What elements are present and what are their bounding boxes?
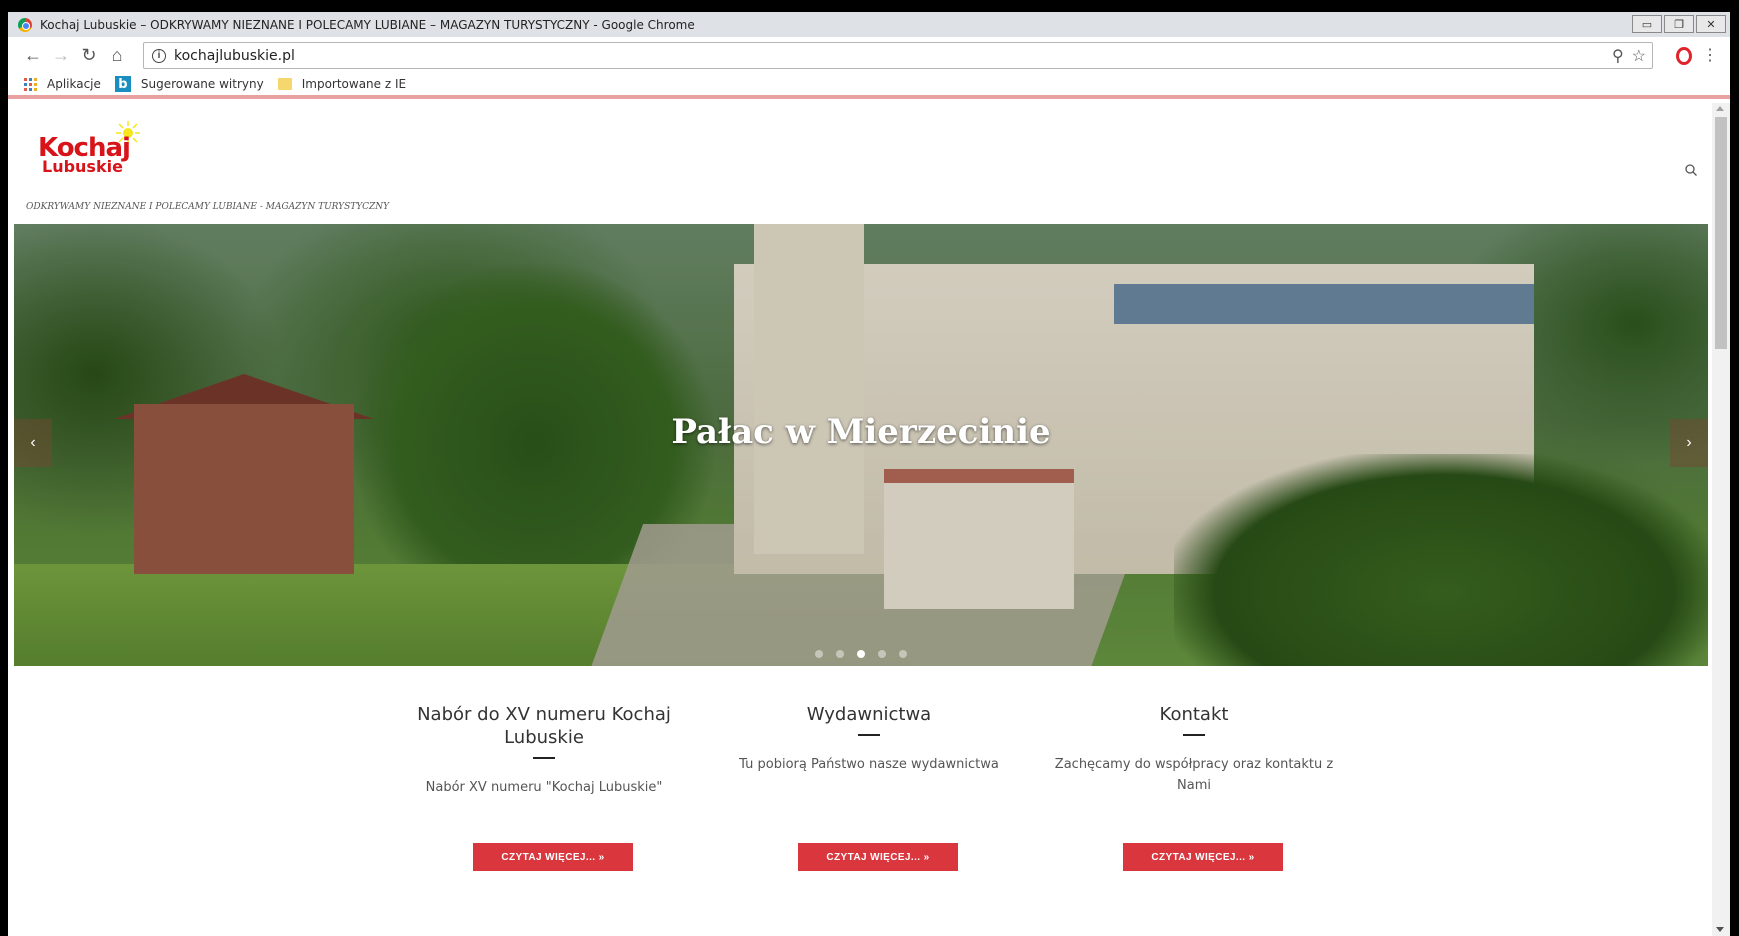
folder-icon — [277, 78, 292, 90]
heading-divider — [858, 734, 880, 736]
bookmark-suggested[interactable]: b Sugerowane witryny — [114, 76, 264, 92]
menu-icon[interactable]: ⋮ — [1702, 45, 1718, 65]
slider-dot[interactable] — [899, 650, 907, 658]
forward-icon[interactable]: → — [48, 42, 74, 68]
bookmark-apps[interactable]: Aplikacje — [24, 77, 101, 91]
site-logo[interactable]: Kochaj Lubuskie — [38, 121, 143, 181]
apps-icon — [24, 77, 37, 91]
feature-heading[interactable]: Wydawnictwa — [719, 703, 1019, 726]
slider-dot[interactable] — [878, 650, 886, 658]
bookmarks-bar: Aplikacje b Sugerowane witryny Importowa… — [8, 73, 1730, 99]
feature-publications: Wydawnictwa Tu pobiorą Państwo nasze wyd… — [719, 703, 1019, 871]
restore-button[interactable]: ❐ — [1664, 15, 1694, 33]
slide-title[interactable]: Pałac w Mierzecinie — [14, 412, 1708, 452]
logo-text-line2: Lubuskie — [42, 157, 123, 176]
feature-contact: Kontakt Zachęcamy do współpracy oraz kon… — [1044, 703, 1344, 871]
read-more-button[interactable]: CZYTAJ WIĘCEJ... » — [473, 843, 633, 871]
reload-icon[interactable]: ↻ — [76, 42, 102, 68]
bookmark-star-icon[interactable]: ☆ — [1632, 46, 1646, 66]
minimize-button[interactable]: ▭ — [1632, 15, 1662, 33]
scroll-down-arrow[interactable] — [1716, 927, 1724, 932]
url-text[interactable]: kochajlubuskie.pl — [174, 48, 295, 64]
feature-description: Nabór XV numeru "Kochaj Lubuskie" — [425, 780, 663, 795]
feature-heading[interactable]: Kontakt — [1044, 703, 1344, 726]
address-bar[interactable]: i kochajlubuskie.pl ⚲ ☆ — [143, 42, 1653, 69]
feature-description: Tu pobiorą Państwo nasze wydawnictwa — [739, 757, 999, 772]
slider-dot[interactable] — [857, 650, 865, 658]
browser-toolbar: ← → ↻ ⌂ i kochajlubuskie.pl ⚲ ☆ ⋮ — [8, 37, 1730, 73]
vertical-scrollbar[interactable] — [1712, 103, 1730, 936]
bookmark-label: Aplikacje — [47, 77, 101, 91]
slider-dots — [14, 650, 1708, 658]
hero-slider[interactable]: Pałac w Mierzecinie ‹ › — [14, 224, 1708, 666]
feature-heading[interactable]: Nabór do XV numeru Kochaj Lubuskie — [394, 703, 694, 749]
bing-icon: b — [114, 76, 131, 92]
page-content: Kochaj Lubuskie ODKRYWAMY NIEZNANE I POL… — [8, 103, 1730, 936]
chrome-icon — [18, 17, 32, 32]
bookmark-label: Importowane z IE — [301, 77, 407, 91]
info-icon[interactable]: i — [152, 48, 166, 63]
window-title: Kochaj Lubuskie – ODKRYWAMY NIEZNANE I P… — [40, 17, 695, 32]
scroll-up-arrow[interactable] — [1716, 106, 1724, 111]
back-icon[interactable]: ← — [20, 42, 46, 68]
home-icon[interactable]: ⌂ — [104, 42, 130, 68]
opera-extension-icon[interactable] — [1676, 47, 1692, 65]
slider-dot[interactable] — [815, 650, 823, 658]
title-bar: Kochaj Lubuskie – ODKRYWAMY NIEZNANE I P… — [8, 12, 1730, 37]
heading-divider — [533, 757, 555, 759]
omnibox-actions: ⚲ ☆ — [1612, 46, 1646, 66]
read-more-button[interactable]: CZYTAJ WIĘCEJ... » — [798, 843, 958, 871]
heading-divider — [1183, 734, 1205, 736]
feature-description: Zachęcamy do współpracy oraz kontaktu z … — [1054, 757, 1334, 793]
slider-next-button[interactable]: › — [1670, 419, 1708, 467]
search-icon[interactable] — [1684, 163, 1698, 177]
bookmark-label: Sugerowane witryny — [140, 77, 264, 91]
zoom-icon[interactable]: ⚲ — [1612, 46, 1624, 66]
scrollbar-thumb[interactable] — [1715, 117, 1727, 349]
slider-prev-button[interactable]: ‹ — [14, 419, 52, 467]
site-tagline: ODKRYWAMY NIEZNANE I POLECAMY LUBIANE - … — [26, 202, 390, 212]
feature-recruitment: Nabór do XV numeru Kochaj Lubuskie Nabór… — [394, 703, 694, 871]
browser-window: Kochaj Lubuskie – ODKRYWAMY NIEZNANE I P… — [8, 12, 1730, 936]
close-button[interactable]: ✕ — [1696, 15, 1726, 33]
window-controls: ▭ ❐ ✕ — [1632, 15, 1726, 33]
slider-dot[interactable] — [836, 650, 844, 658]
bookmark-imported[interactable]: Importowane z IE — [277, 77, 407, 91]
read-more-button[interactable]: CZYTAJ WIĘCEJ... » — [1123, 843, 1283, 871]
